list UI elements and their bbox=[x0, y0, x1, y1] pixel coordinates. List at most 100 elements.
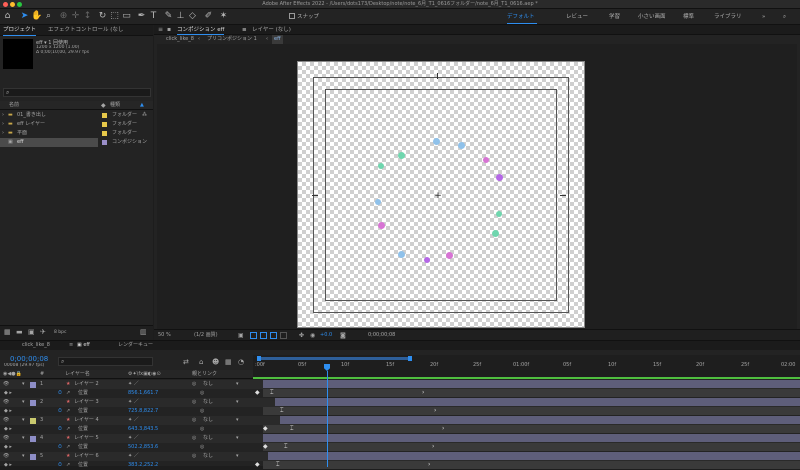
pickwhip-icon[interactable]: ◎ bbox=[192, 398, 196, 407]
keyframe-dot[interactable] bbox=[424, 257, 430, 263]
chevron-down-icon[interactable]: ▾ bbox=[236, 416, 239, 425]
parent-select[interactable]: なし bbox=[203, 398, 213, 407]
list-item[interactable]: › ▬ 01_書き出し フォルダー ⁂ bbox=[0, 111, 153, 120]
tab-timeline-click-like[interactable]: click_like_8 bbox=[22, 341, 50, 350]
pen-tool-icon[interactable]: ✒ bbox=[136, 11, 147, 22]
search-help-icon[interactable]: ⌕ bbox=[783, 12, 786, 22]
position-value[interactable]: 725.8,822.7 bbox=[128, 407, 158, 416]
column-type[interactable]: 種類 bbox=[110, 101, 120, 110]
layer-duration-bar[interactable] bbox=[263, 380, 800, 388]
layer-switches-icon[interactable]: ✦ ／ bbox=[128, 380, 139, 389]
stopwatch-icon[interactable]: ⏱ bbox=[58, 425, 62, 434]
project-search-input[interactable]: ⌕ bbox=[3, 88, 151, 97]
label-swatch[interactable] bbox=[102, 122, 107, 127]
parent-select[interactable]: なし bbox=[203, 380, 213, 389]
layer-switches-icon[interactable]: ✦ ／ bbox=[128, 452, 139, 461]
keyframe-dot[interactable] bbox=[496, 211, 502, 217]
list-item-selected[interactable]: ▣ eff bbox=[0, 138, 98, 147]
flowchart-footer-icon[interactable]: ✈ bbox=[40, 328, 46, 336]
layer-duration-bar[interactable] bbox=[268, 452, 800, 460]
keyframe-marker[interactable]: ◆ bbox=[263, 443, 268, 451]
transparency-grid-icon[interactable] bbox=[250, 332, 257, 339]
keyframe-marker[interactable]: › bbox=[442, 425, 444, 433]
draft-3d-icon[interactable]: ⌂ bbox=[199, 358, 203, 366]
orbit-tool-icon[interactable]: ⊕ bbox=[58, 11, 69, 22]
column-parent[interactable]: 親とリンク bbox=[192, 370, 217, 379]
trash-icon[interactable]: ▥ bbox=[140, 328, 147, 336]
list-item[interactable]: › ▬ 平面 フォルダー bbox=[0, 129, 153, 138]
layer-label-swatch[interactable] bbox=[30, 417, 36, 424]
list-item[interactable]: › ▬ eff レイヤー フォルダー bbox=[0, 120, 153, 129]
flowchart-icon[interactable]: ⁂ bbox=[142, 111, 147, 120]
breadcrumb-item[interactable]: プリコンポジション 1 bbox=[207, 35, 257, 44]
pickwhip-icon[interactable]: ◎ bbox=[192, 434, 196, 443]
chevron-down-icon[interactable]: ▾ bbox=[236, 434, 239, 443]
pan-tool-icon[interactable]: ✛ bbox=[70, 11, 81, 22]
keyframe-dot[interactable] bbox=[483, 157, 489, 163]
keyframe-marker[interactable]: ⌶ bbox=[284, 443, 288, 451]
workspace-learn[interactable]: 学習 bbox=[609, 12, 620, 22]
parent-select[interactable]: なし bbox=[203, 452, 213, 461]
workspace-libraries[interactable]: ライブラリ bbox=[714, 12, 742, 22]
keyframe-marker[interactable]: › bbox=[432, 443, 434, 451]
keyframe-marker[interactable]: ⌶ bbox=[270, 389, 274, 397]
keyframe-marker[interactable]: ◆ bbox=[255, 461, 260, 469]
tab-render-queue[interactable]: レンダーキュー bbox=[118, 341, 153, 350]
column-name[interactable]: 名前 bbox=[9, 101, 19, 110]
pickwhip-icon[interactable]: ◎ bbox=[192, 380, 196, 389]
tab-composition[interactable]: コンポジション eff bbox=[177, 25, 225, 35]
workspace-more-icon[interactable]: » bbox=[762, 12, 765, 22]
layer-switches-icon[interactable]: ✦ ／ bbox=[128, 434, 139, 443]
visibility-eye-icon[interactable]: 👁 bbox=[3, 434, 9, 443]
chevron-down-icon[interactable]: ▾ bbox=[236, 398, 239, 407]
label-swatch[interactable] bbox=[102, 140, 107, 145]
camera-tool-icon[interactable]: ⬚ bbox=[109, 11, 120, 22]
stopwatch-icon[interactable]: ⏱ bbox=[58, 407, 62, 416]
keyframe-marker[interactable]: ◆ bbox=[255, 389, 260, 397]
keyframe-dot[interactable] bbox=[398, 152, 405, 159]
tab-timeline-eff[interactable]: ▣ eff bbox=[77, 341, 90, 350]
keyframe-dot[interactable] bbox=[496, 174, 503, 181]
expression-pickwhip-icon[interactable]: ◎ bbox=[200, 425, 204, 434]
visibility-eye-icon[interactable]: 👁 bbox=[3, 380, 9, 389]
keyframe-dot[interactable] bbox=[492, 230, 499, 237]
tab-effect-controls[interactable]: エフェクトコントロール (なし bbox=[48, 25, 123, 36]
zoom-tool-icon[interactable]: ⌕ bbox=[43, 11, 54, 22]
selection-tool-icon[interactable]: ➤ bbox=[19, 11, 30, 22]
position-value[interactable]: 502.2,853.6 bbox=[128, 443, 158, 452]
guides-icon[interactable] bbox=[280, 332, 287, 339]
pickwhip-icon[interactable]: ◎ bbox=[192, 416, 196, 425]
playhead-handle[interactable] bbox=[324, 364, 330, 371]
expression-pickwhip-icon[interactable]: ◎ bbox=[200, 389, 204, 398]
comp-canvas[interactable]: + bbox=[297, 61, 585, 328]
graph-icon[interactable]: ↗ bbox=[66, 389, 70, 398]
layer-label-swatch[interactable] bbox=[30, 399, 36, 406]
workspace-review[interactable]: レビュー bbox=[566, 12, 588, 22]
roto-tool-icon[interactable]: ✐ bbox=[203, 11, 214, 22]
keyframe-marker[interactable]: › bbox=[422, 389, 424, 397]
keyframe-dot[interactable] bbox=[378, 163, 384, 169]
position-value[interactable]: 856.1,661.7 bbox=[128, 389, 158, 398]
keyframe-nav-icon[interactable]: ◆ ▸ bbox=[4, 389, 12, 398]
chevron-down-icon[interactable]: ▾ bbox=[22, 416, 25, 425]
layer-name[interactable]: レイヤー 6 bbox=[74, 452, 99, 461]
workspace-small-screen[interactable]: 小さい画面 bbox=[638, 12, 666, 22]
hand-tool-icon[interactable]: ✋ bbox=[31, 11, 42, 22]
layer-name[interactable]: レイヤー 4 bbox=[74, 416, 99, 425]
layer-switches-icon[interactable]: ✦ ／ bbox=[128, 416, 139, 425]
comp-mini-flowchart-icon[interactable]: ⇄ bbox=[183, 358, 189, 366]
keyframe-dot[interactable] bbox=[446, 252, 453, 259]
rotation-tool-icon[interactable]: ↻ bbox=[97, 11, 108, 22]
visibility-eye-icon[interactable]: 👁 bbox=[3, 452, 9, 461]
mask-visibility-icon[interactable] bbox=[260, 332, 267, 339]
puppet-tool-icon[interactable]: ✶ bbox=[218, 11, 229, 22]
visibility-eye-icon[interactable]: 👁 bbox=[3, 398, 9, 407]
tab-project[interactable]: プロジェクト bbox=[3, 25, 37, 36]
expression-pickwhip-icon[interactable]: ◎ bbox=[200, 443, 204, 452]
chevron-down-icon[interactable]: ▾ bbox=[22, 434, 25, 443]
layer-duration-bar[interactable] bbox=[280, 416, 800, 424]
layer-name[interactable]: レイヤー 3 bbox=[74, 398, 99, 407]
keyframe-marker[interactable]: ⌶ bbox=[276, 461, 280, 469]
timeline-search-input[interactable]: ⌕ bbox=[58, 357, 153, 366]
tab-layer[interactable]: レイヤー (なし) bbox=[252, 25, 291, 35]
